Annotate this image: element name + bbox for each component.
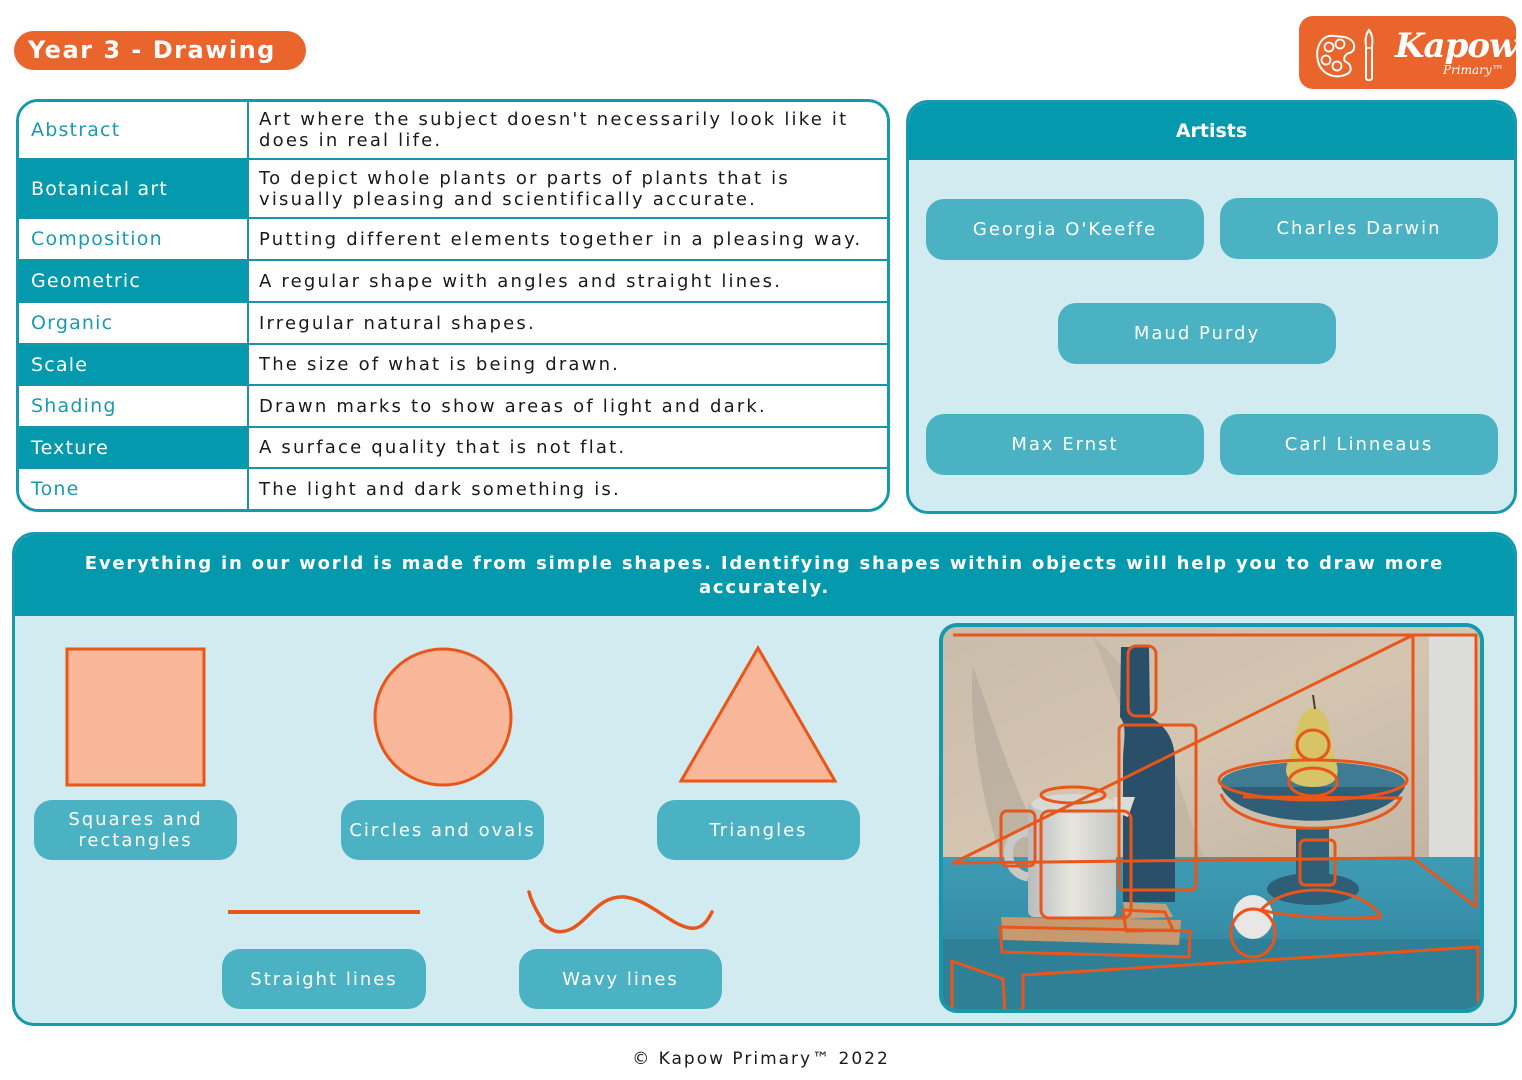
square-shape: [65, 647, 206, 787]
label-straight-lines: Straight lines: [222, 949, 426, 1009]
circle-shape: [373, 647, 513, 787]
label-circles-and-ovals: Circles and ovals: [341, 800, 544, 860]
copyright-footer: © Kapow Primary™ 2022: [632, 1049, 890, 1069]
triangle-shape: [678, 645, 838, 783]
wavy-line-shape: [527, 890, 714, 934]
label-wavy-lines: Wavy lines: [519, 949, 722, 1009]
label-squares-and-rectangles: Squares and rectangles: [34, 800, 237, 860]
still-life-illustration: [943, 627, 1480, 1009]
still-life-painting: [939, 623, 1484, 1013]
label-triangles: Triangles: [657, 800, 860, 860]
garlic: [1233, 895, 1273, 939]
